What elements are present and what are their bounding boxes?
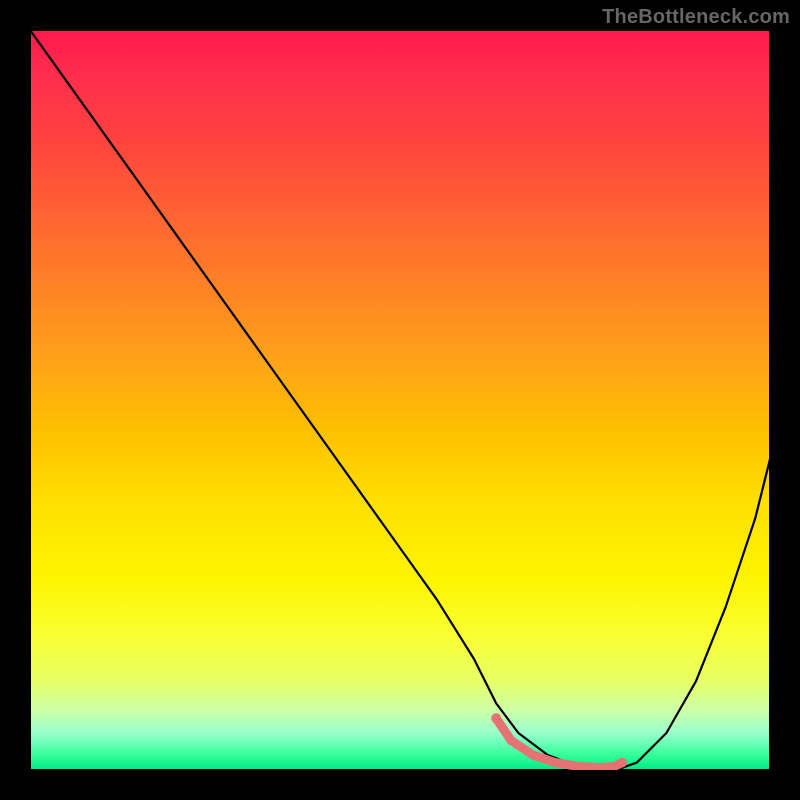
- chart-svg: [30, 30, 770, 770]
- chart-container: TheBottleneck.com: [0, 0, 800, 800]
- bottleneck-curve: [30, 30, 770, 768]
- plot-border: [30, 30, 770, 770]
- attribution-text: TheBottleneck.com: [602, 6, 790, 29]
- optimal-end: [617, 758, 627, 768]
- optimal-start: [491, 713, 501, 723]
- optimal-segment: [496, 718, 622, 768]
